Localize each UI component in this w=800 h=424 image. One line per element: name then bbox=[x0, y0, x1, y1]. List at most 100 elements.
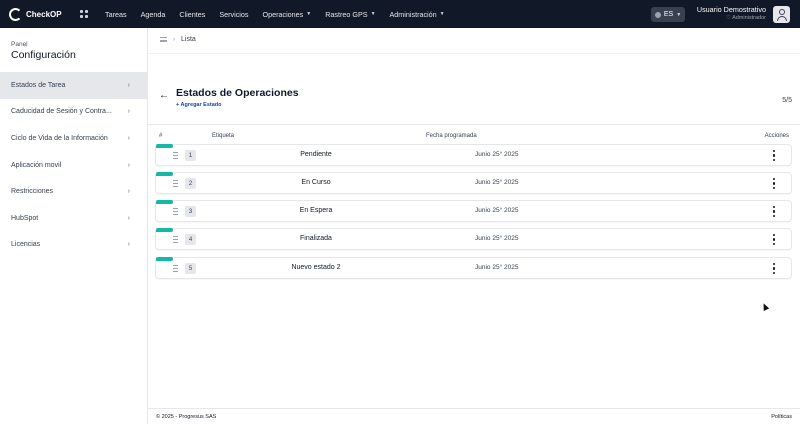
page-title: Estados de Operaciones bbox=[176, 87, 299, 99]
nav-item-agenda[interactable]: Agenda bbox=[134, 10, 173, 19]
chevron-right-icon: › bbox=[173, 36, 175, 43]
footer-policies-link[interactable]: Políticas bbox=[771, 414, 792, 420]
more-options-icon[interactable] bbox=[773, 150, 776, 161]
checkop-logo-icon bbox=[9, 7, 22, 21]
nav-label: Rastreo GPS bbox=[325, 9, 368, 19]
chevron-right-icon: › bbox=[127, 108, 130, 116]
footer: © 2025 - Progresus SAS Políticas bbox=[148, 408, 800, 424]
row-tag bbox=[156, 257, 173, 261]
sidebar-item-label: Licencias bbox=[11, 241, 41, 249]
column-header-label: Etiqueta bbox=[212, 133, 235, 139]
row-tag bbox=[156, 228, 173, 232]
more-options-icon[interactable] bbox=[773, 234, 776, 245]
drag-handle-icon[interactable] bbox=[173, 208, 178, 215]
drag-handle-icon[interactable] bbox=[173, 152, 178, 159]
table-row[interactable]: 4 Finalizada Junio 25° 2025 bbox=[155, 228, 792, 250]
table-row[interactable]: 1 Pendiente Junio 25° 2025 bbox=[155, 144, 792, 166]
table-row[interactable]: 2 En Curso Junio 25° 2025 bbox=[155, 172, 792, 194]
row-number: 2 bbox=[185, 178, 196, 189]
avatar[interactable] bbox=[773, 6, 790, 23]
user-info[interactable]: Usuario Demostrativo ♡ Administrador bbox=[690, 5, 766, 21]
divider bbox=[148, 124, 800, 125]
table-header: # Etiqueta Fecha programada Acciones bbox=[148, 133, 800, 143]
sidebar-item-label: Caducidad de Sesión y Contra... bbox=[11, 108, 112, 116]
nav-label: Tareas bbox=[105, 9, 127, 19]
sidebar-item-restricciones[interactable]: Restricciones › bbox=[0, 178, 147, 205]
table-row[interactable]: 3 En Espera Junio 25° 2025 bbox=[155, 200, 792, 222]
nav-item-clientes[interactable]: Clientes bbox=[172, 10, 212, 19]
row-date: Junio 25° 2025 bbox=[475, 151, 519, 158]
drag-handle-icon[interactable] bbox=[173, 180, 178, 187]
more-options-icon[interactable] bbox=[773, 178, 776, 189]
row-label: En Curso bbox=[301, 179, 331, 186]
user-role: ♡ Administrador bbox=[690, 15, 766, 21]
nav-label: Clientes bbox=[179, 9, 206, 19]
user-name: Usuario Demostrativo bbox=[696, 5, 766, 14]
column-header-num: # bbox=[159, 133, 163, 139]
row-number: 3 bbox=[185, 206, 196, 217]
back-arrow-icon[interactable]: ← bbox=[159, 90, 169, 101]
row-number: 5 bbox=[185, 263, 196, 274]
sidebar-item-estados-de-tarea[interactable]: Estados de Tarea › bbox=[0, 72, 147, 99]
drag-handle-icon[interactable] bbox=[173, 236, 178, 243]
more-options-icon[interactable] bbox=[773, 263, 776, 274]
row-tag bbox=[156, 172, 173, 176]
footer-copyright: © 2025 - Progresus SAS bbox=[156, 413, 217, 420]
brand-logo-link[interactable]: CheckOP bbox=[9, 7, 71, 21]
sidebar-item-aplicacion-movil[interactable]: Aplicación movil › bbox=[0, 152, 147, 179]
nav-item-administracion[interactable]: Administración ▼ bbox=[383, 10, 452, 19]
user-icon bbox=[778, 9, 785, 15]
more-options-icon[interactable] bbox=[773, 206, 776, 217]
language-value: ES bbox=[663, 11, 674, 18]
sidebar-item-caducidad[interactable]: Caducidad de Sesión y Contra... › bbox=[0, 99, 147, 126]
row-number: 1 bbox=[185, 150, 196, 161]
nav-label: Agenda bbox=[140, 9, 166, 19]
sidebar-item-label: Restricciones bbox=[11, 188, 54, 196]
menu-toggle-icon[interactable] bbox=[160, 37, 167, 42]
row-label: Finalizada bbox=[300, 235, 332, 242]
sidebar-title: Configuración bbox=[11, 49, 76, 61]
sidebar-item-label: Estados de Tarea bbox=[11, 81, 66, 89]
settings-sidebar: Panel Configuración Estados de Tarea › Ca… bbox=[0, 28, 148, 424]
caret-down-icon: ▼ bbox=[676, 11, 682, 18]
breadcrumb: › Lista bbox=[160, 36, 196, 43]
nav-item-servicios[interactable]: Servicios bbox=[212, 10, 255, 19]
column-header-date: Fecha programada bbox=[426, 133, 477, 139]
row-tag bbox=[156, 144, 173, 148]
main-content: › Lista ← Estados de Operaciones + Agreg… bbox=[148, 28, 800, 408]
chevron-right-icon: › bbox=[127, 81, 130, 89]
row-number: 4 bbox=[185, 234, 196, 245]
caret-down-icon: ▼ bbox=[306, 11, 312, 17]
sidebar-item-label: HubSpot bbox=[11, 214, 39, 222]
chevron-right-icon: › bbox=[127, 214, 130, 222]
table-row[interactable]: 5 Nuevo estado 2 Junio 25° 2025 bbox=[155, 257, 792, 279]
language-selector[interactable]: ES ▼ bbox=[651, 7, 685, 22]
brand-name: CheckOP bbox=[26, 9, 62, 19]
sidebar-item-hubspot[interactable]: HubSpot › bbox=[0, 205, 147, 232]
column-header-actions: Acciones bbox=[764, 133, 789, 139]
sidebar-header: Panel Configuración bbox=[0, 28, 147, 72]
nav-item-operaciones[interactable]: Operaciones ▼ bbox=[256, 10, 319, 19]
row-label: En Espera bbox=[299, 207, 333, 214]
row-label: Nuevo estado 2 bbox=[291, 264, 341, 271]
row-date: Junio 25° 2025 bbox=[475, 235, 519, 242]
top-navbar: CheckOP Tareas Agenda Clientes Servicios… bbox=[0, 0, 800, 28]
chevron-right-icon: › bbox=[127, 188, 130, 196]
chevron-right-icon: › bbox=[127, 161, 130, 169]
sidebar-item-ciclo-de-vida[interactable]: Ciclo de Vida de la Información › bbox=[0, 125, 147, 152]
nav-item-tareas[interactable]: Tareas bbox=[98, 10, 134, 19]
nav-item-rastreo-gps[interactable]: Rastreo GPS ▼ bbox=[318, 10, 382, 19]
sidebar-small-label: Panel bbox=[11, 41, 28, 48]
add-state-link[interactable]: + Agregar Estado bbox=[176, 102, 222, 108]
globe-icon bbox=[654, 11, 661, 18]
row-tag bbox=[156, 200, 173, 204]
sidebar-item-label: Aplicación movil bbox=[11, 161, 62, 169]
sidebar-item-licencias[interactable]: Licencias › bbox=[0, 232, 147, 259]
row-date: Junio 25° 2025 bbox=[475, 264, 519, 271]
caret-down-icon: ▼ bbox=[370, 11, 376, 17]
apps-grid-icon[interactable] bbox=[80, 10, 88, 18]
caret-down-icon: ▼ bbox=[439, 11, 445, 17]
drag-handle-icon[interactable] bbox=[173, 265, 178, 272]
row-date: Junio 25° 2025 bbox=[475, 207, 519, 214]
divider bbox=[148, 53, 800, 54]
